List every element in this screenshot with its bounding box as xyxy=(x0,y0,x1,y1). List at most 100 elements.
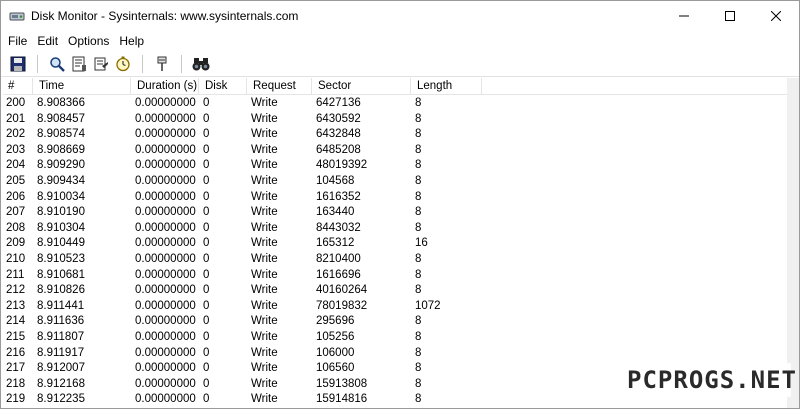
cell-time: 8.912168 xyxy=(37,377,85,390)
maximize-button[interactable] xyxy=(707,1,753,31)
cell-time: 8.910523 xyxy=(37,252,85,265)
cell-disk: 0 xyxy=(203,206,210,219)
column-header-time[interactable]: Time xyxy=(34,78,131,95)
table-row[interactable]: 205 8.909434 0.00000000 0 Write 104568 8 xyxy=(3,174,787,190)
column-header-disk[interactable]: Disk xyxy=(200,78,247,95)
cell-duration: 0.00000000 xyxy=(135,330,196,343)
event-list[interactable]: # Time Duration (s) Disk Request Sector … xyxy=(3,78,787,408)
cell-disk: 0 xyxy=(203,268,210,281)
list-header: # Time Duration (s) Disk Request Sector … xyxy=(3,78,787,95)
cell-request: Write xyxy=(251,362,278,375)
table-row[interactable]: 211 8.910681 0.00000000 0 Write 1616696 8 xyxy=(3,268,787,284)
close-button[interactable] xyxy=(753,1,799,31)
clear-list-icon xyxy=(72,56,86,71)
close-icon xyxy=(771,11,781,21)
window-title: Disk Monitor - Sysinternals: www.sysinte… xyxy=(31,9,299,23)
cell-length: 8 xyxy=(415,221,422,234)
cell-index: 204 xyxy=(6,159,26,172)
find-button[interactable] xyxy=(46,53,68,75)
menu-options[interactable]: Options xyxy=(63,31,114,51)
column-header-sector[interactable]: Sector xyxy=(313,78,411,95)
table-row[interactable]: 204 8.909290 0.00000000 0 Write 48019392 8 xyxy=(3,158,787,174)
toolbar xyxy=(1,51,799,77)
table-row[interactable]: 201 8.908457 0.00000000 0 Write 6430592 8 xyxy=(3,112,787,128)
save-button[interactable] xyxy=(7,53,29,75)
toolbar-separator xyxy=(37,54,38,73)
minimize-button[interactable] xyxy=(661,1,707,31)
table-row[interactable]: 203 8.908669 0.00000000 0 Write 6485208 8 xyxy=(3,143,787,159)
cell-sector: 48019392 xyxy=(316,159,368,172)
cell-disk: 0 xyxy=(203,112,210,125)
cell-sector: 163440 xyxy=(316,206,355,219)
disk-monitor-app-icon xyxy=(9,8,25,24)
table-row[interactable]: 214 8.911636 0.00000000 0 Write 295696 8 xyxy=(3,314,787,330)
save-icon xyxy=(10,56,26,71)
table-row[interactable]: 213 8.911441 0.00000000 0 Write 78019832 1072 xyxy=(3,299,787,315)
cell-index: 216 xyxy=(6,346,26,359)
cell-index: 205 xyxy=(6,174,26,187)
menu-edit[interactable]: Edit xyxy=(32,31,63,51)
table-row[interactable]: 202 8.908574 0.00000000 0 Write 6432848 8 xyxy=(3,127,787,143)
table-row[interactable]: 207 8.910190 0.00000000 0 Write 163440 8 xyxy=(3,205,787,221)
cell-duration: 0.00000000 xyxy=(135,362,196,375)
cell-time: 8.912235 xyxy=(37,393,85,406)
clear-list-button[interactable] xyxy=(68,53,90,75)
filter-button[interactable] xyxy=(90,53,112,75)
cell-request: Write xyxy=(251,190,278,203)
filter-icon xyxy=(94,57,108,70)
cell-disk: 0 xyxy=(203,284,210,297)
cell-request: Write xyxy=(251,237,278,250)
table-row[interactable]: 206 8.910034 0.00000000 0 Write 1616352 8 xyxy=(3,190,787,206)
table-row[interactable]: 212 8.910826 0.00000000 0 Write 40160264 8 xyxy=(3,283,787,299)
cell-sector: 15914816 xyxy=(316,393,368,406)
table-row[interactable]: 216 8.911917 0.00000000 0 Write 106000 8 xyxy=(3,346,787,362)
cell-request: Write xyxy=(251,174,278,187)
cell-duration: 0.00000000 xyxy=(135,284,196,297)
cell-duration: 0.00000000 xyxy=(135,299,196,312)
cell-time: 8.911636 xyxy=(37,315,85,328)
column-header-index[interactable]: # xyxy=(3,78,33,95)
cell-request: Write xyxy=(251,128,278,141)
cell-time: 8.910304 xyxy=(37,221,85,234)
pin-button[interactable] xyxy=(151,53,173,75)
search-button[interactable] xyxy=(190,53,212,75)
cell-duration: 0.00000000 xyxy=(135,268,196,281)
title-bar[interactable]: Disk Monitor - Sysinternals: www.sysinte… xyxy=(1,1,799,31)
column-header-length[interactable]: Length xyxy=(412,78,482,95)
menu-help[interactable]: Help xyxy=(114,31,149,51)
cell-index: 206 xyxy=(6,190,26,203)
cell-length: 16 xyxy=(415,237,428,250)
cell-index: 207 xyxy=(6,206,26,219)
cell-request: Write xyxy=(251,252,278,265)
cell-index: 210 xyxy=(6,252,26,265)
menu-file[interactable]: File xyxy=(3,31,32,51)
menu-bar: File Edit Options Help xyxy=(1,31,799,51)
cell-disk: 0 xyxy=(203,252,210,265)
vertical-scrollbar[interactable] xyxy=(787,78,799,408)
cell-sector: 165312 xyxy=(316,237,355,250)
cell-time: 8.910826 xyxy=(37,284,85,297)
cell-time: 8.910449 xyxy=(37,237,85,250)
cell-disk: 0 xyxy=(203,330,210,343)
column-header-duration[interactable]: Duration (s) xyxy=(132,78,199,95)
table-row[interactable]: 209 8.910449 0.00000000 0 Write 165312 16 xyxy=(3,236,787,252)
cell-duration: 0.00000000 xyxy=(135,112,196,125)
table-row[interactable]: 215 8.911807 0.00000000 0 Write 105256 8 xyxy=(3,330,787,346)
cell-length: 8 xyxy=(415,393,422,406)
cell-disk: 0 xyxy=(203,174,210,187)
pin-icon xyxy=(157,56,167,71)
table-row[interactable]: 210 8.910523 0.00000000 0 Write 8210400 8 xyxy=(3,252,787,268)
cell-sector: 40160264 xyxy=(316,284,368,297)
cell-length: 8 xyxy=(415,377,422,390)
cell-duration: 0.00000000 xyxy=(135,206,196,219)
cell-length: 8 xyxy=(415,284,422,297)
table-row[interactable]: 208 8.910304 0.00000000 0 Write 8443032 8 xyxy=(3,221,787,237)
column-header-request[interactable]: Request xyxy=(248,78,312,95)
timer-button[interactable] xyxy=(112,53,134,75)
cell-request: Write xyxy=(251,315,278,328)
cell-length: 8 xyxy=(415,206,422,219)
binoculars-icon xyxy=(192,57,210,70)
cell-disk: 0 xyxy=(203,362,210,375)
table-row[interactable]: 200 8.908366 0.00000000 0 Write 6427136 8 xyxy=(3,96,787,112)
cell-index: 200 xyxy=(6,97,26,109)
